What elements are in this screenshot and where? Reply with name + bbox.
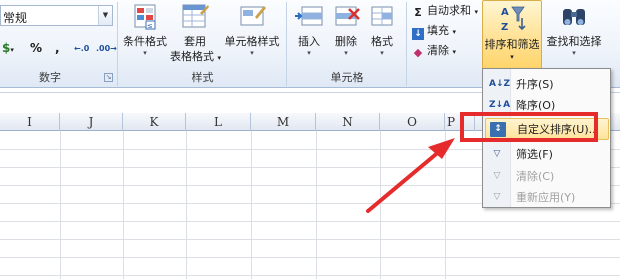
comma-button[interactable]: ,: [55, 41, 60, 55]
group-separator: [406, 2, 407, 86]
column-header-J[interactable]: J: [60, 113, 123, 131]
group-separator: [286, 2, 287, 86]
column-header-K[interactable]: K: [123, 113, 186, 131]
annotation-highlight-box: [460, 112, 598, 142]
column-header-L[interactable]: L: [186, 113, 251, 131]
chevron-down-icon: ▾: [250, 49, 254, 57]
reapply-filter-icon: ▽: [493, 192, 501, 202]
eraser-icon: ◆: [413, 46, 423, 59]
chevron-down-icon: ▾: [510, 53, 514, 61]
fill-down-icon: ↓: [412, 28, 424, 40]
group-separator: [117, 2, 118, 86]
clear-filter-icon: ▽: [493, 171, 501, 181]
chevron-down-icon: ▾: [307, 49, 311, 57]
currency-button[interactable]: $▾: [2, 41, 14, 55]
grid-line: [0, 275, 620, 276]
binoculars-icon: [559, 3, 589, 31]
grid-line: [0, 221, 620, 222]
excel-window: 常规 ▼ $▾ % , ←.0 .00→ 数字 ↘ ≤ 条件格式 ▾ 套用 表格…: [0, 0, 620, 279]
format-cells-icon: [367, 3, 397, 31]
cell-styles-icon: [237, 3, 267, 31]
percent-button[interactable]: %: [30, 41, 42, 55]
decrease-decimal-button[interactable]: .00→: [96, 44, 117, 53]
chevron-down-icon: ▾: [572, 49, 576, 57]
grid-line: [0, 257, 620, 258]
column-header-M[interactable]: M: [251, 113, 316, 131]
column-header-I[interactable]: I: [0, 113, 60, 131]
column-header-N[interactable]: N: [316, 113, 380, 131]
menu-item-reapply: ▽ 重新应用(Y): [485, 187, 609, 208]
clear-button[interactable]: ◆ 清除 ▾: [412, 42, 456, 59]
cell-styles-button[interactable]: 单元格样式 ▾: [222, 3, 282, 58]
format-as-table-icon: [180, 3, 210, 31]
delete-cells-icon: [331, 3, 361, 31]
chevron-down-icon: ▾: [380, 49, 384, 57]
filter-icon: ▽: [493, 149, 501, 159]
sort-ascending-icon: A↓Z: [489, 79, 511, 89]
chevron-down-icon[interactable]: ▼: [98, 6, 112, 25]
sort-descending-icon: Z↓A: [489, 100, 511, 110]
svg-text:Z: Z: [501, 22, 508, 32]
sort-filter-button[interactable]: A Z 排序和筛选 ▾: [482, 0, 542, 70]
grid-line: [0, 239, 620, 240]
group-label-number: 数字: [39, 71, 61, 84]
increase-decimal-button[interactable]: ←.0: [74, 44, 89, 53]
sort-filter-icon: A Z: [498, 4, 528, 33]
autosum-button[interactable]: Σ 自动求和 ▾: [412, 2, 478, 19]
chevron-down-icon: ▾: [344, 49, 348, 57]
format-button[interactable]: 格式 ▾: [364, 3, 400, 58]
number-format-value: 常规: [3, 11, 28, 25]
insert-cells-icon: [294, 3, 324, 31]
conditional-format-button[interactable]: ≤ 条件格式 ▾: [121, 3, 169, 58]
conditional-format-icon: ≤: [130, 3, 160, 31]
menu-item-sort-ascending[interactable]: A↓Z 升序(S): [485, 74, 609, 95]
number-format-combo[interactable]: 常规 ▼: [0, 5, 113, 26]
delete-button[interactable]: 删除 ▾: [328, 3, 364, 58]
menu-item-clear-filter: ▽ 清除(C): [485, 166, 609, 187]
dialog-launcher-icon[interactable]: ↘: [104, 73, 113, 82]
svg-text:A: A: [501, 7, 509, 18]
sigma-icon: Σ: [414, 6, 422, 19]
chevron-down-icon: ▾: [143, 49, 147, 57]
column-header-O[interactable]: O: [380, 113, 445, 131]
group-label-cells: 单元格: [330, 71, 364, 84]
fill-button[interactable]: ↓ 填充 ▾: [412, 22, 456, 40]
menu-item-filter[interactable]: ▽ 筛选(F): [485, 144, 609, 165]
group-label-styles: 样式: [191, 71, 214, 84]
find-select-button[interactable]: 查找和选择 ▾: [544, 3, 604, 58]
svg-text:≤: ≤: [147, 22, 153, 30]
insert-button[interactable]: 插入 ▾: [290, 3, 328, 58]
format-as-table-button[interactable]: 套用 表格格式 ▾: [170, 3, 221, 66]
